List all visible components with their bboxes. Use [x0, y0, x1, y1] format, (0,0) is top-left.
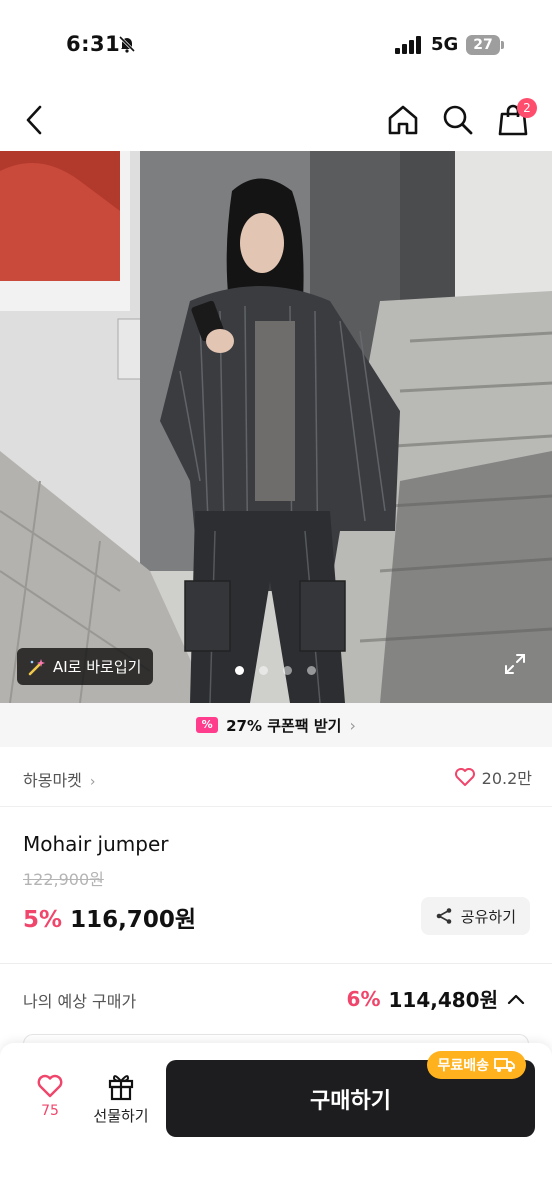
coupon-pack-banner[interactable]: % 27% 쿠폰팩 받기 ›: [0, 703, 552, 747]
free-shipping-label: 무료배송: [437, 1058, 489, 1074]
network-type: 5G: [431, 34, 459, 55]
battery-tip: [501, 41, 504, 49]
battery-icon: 27: [466, 35, 500, 55]
gift-label: 선물하기: [93, 1107, 149, 1125]
free-shipping-badge: 무료배송: [427, 1051, 526, 1079]
heart-icon: [37, 1074, 63, 1098]
price-row: 5% 116,700원: [23, 900, 196, 934]
gift-button[interactable]: 선물하기: [90, 1071, 152, 1126]
discount-rate: 5%: [23, 907, 63, 933]
share-button[interactable]: 공유하기: [420, 897, 530, 935]
home-icon: [388, 105, 418, 135]
search-button[interactable]: [438, 100, 478, 140]
store-like-count: 20.2만: [481, 769, 532, 788]
share-icon: [436, 908, 452, 924]
store-row: 하몽마켓 › 20.2만: [0, 747, 552, 807]
coupon-icon: %: [196, 717, 219, 733]
search-icon: [443, 105, 473, 135]
estimated-price-row[interactable]: 나의 예상 구매가 6% 114,480원: [0, 964, 552, 1034]
expand-icon[interactable]: [503, 652, 527, 680]
estimated-price: 114,480원: [388, 988, 499, 1012]
bottom-action-bar: 75 선물하기 구매하기 무료배송: [0, 1043, 552, 1200]
price-unit: 원: [174, 907, 196, 933]
chevron-right-icon: ›: [349, 715, 356, 735]
gallery-pagination: [235, 666, 316, 675]
share-label: 공유하기: [460, 907, 516, 926]
product-photo: [0, 151, 552, 703]
estimated-price-label: 나의 예상 구매가: [23, 992, 137, 1011]
signal-icon: [395, 36, 423, 54]
back-button[interactable]: [14, 100, 54, 140]
product-title: Mohair jumper: [23, 832, 169, 856]
coupon-label: 27% 쿠폰팩 받기: [226, 716, 342, 735]
home-button[interactable]: [383, 100, 423, 140]
pagination-dot[interactable]: [259, 666, 268, 675]
store-name: 하몽마켓: [23, 771, 82, 790]
ai-try-on-label: AI로 바로입기: [53, 658, 142, 676]
wishlist-button[interactable]: 75: [30, 1073, 70, 1119]
pagination-dot[interactable]: [307, 666, 316, 675]
store-like-button[interactable]: 20.2만: [454, 765, 532, 789]
status-time: 6:31: [66, 32, 121, 56]
cart-button[interactable]: 2: [493, 98, 537, 140]
store-link[interactable]: 하몽마켓 ›: [23, 767, 96, 791]
ai-try-on-button[interactable]: AI로 바로입기: [17, 648, 154, 685]
chevron-right-icon: ›: [89, 774, 96, 790]
nav-bar: 2: [0, 90, 552, 150]
estimated-discount: 6%: [346, 986, 381, 1011]
pagination-dot[interactable]: [283, 666, 292, 675]
original-price: 122,900원: [23, 870, 104, 889]
product-image-gallery[interactable]: AI로 바로입기: [0, 151, 552, 703]
chevron-left-icon: [26, 105, 42, 135]
estimated-price-value: 6% 114,480원: [347, 984, 526, 1013]
pagination-dot[interactable]: [235, 666, 244, 675]
heart-icon: [454, 768, 475, 786]
truck-icon: [494, 1058, 515, 1072]
status-bar: 6:31 5G 27: [0, 0, 552, 90]
gift-icon: [108, 1075, 134, 1101]
bell-muted-icon: [118, 35, 136, 57]
cart-badge: 2: [517, 98, 537, 118]
magic-wand-icon: [28, 658, 45, 675]
sale-price: 116,700: [70, 907, 175, 933]
chevron-up-icon[interactable]: [506, 992, 526, 1006]
wishlist-count: 75: [41, 1103, 59, 1119]
